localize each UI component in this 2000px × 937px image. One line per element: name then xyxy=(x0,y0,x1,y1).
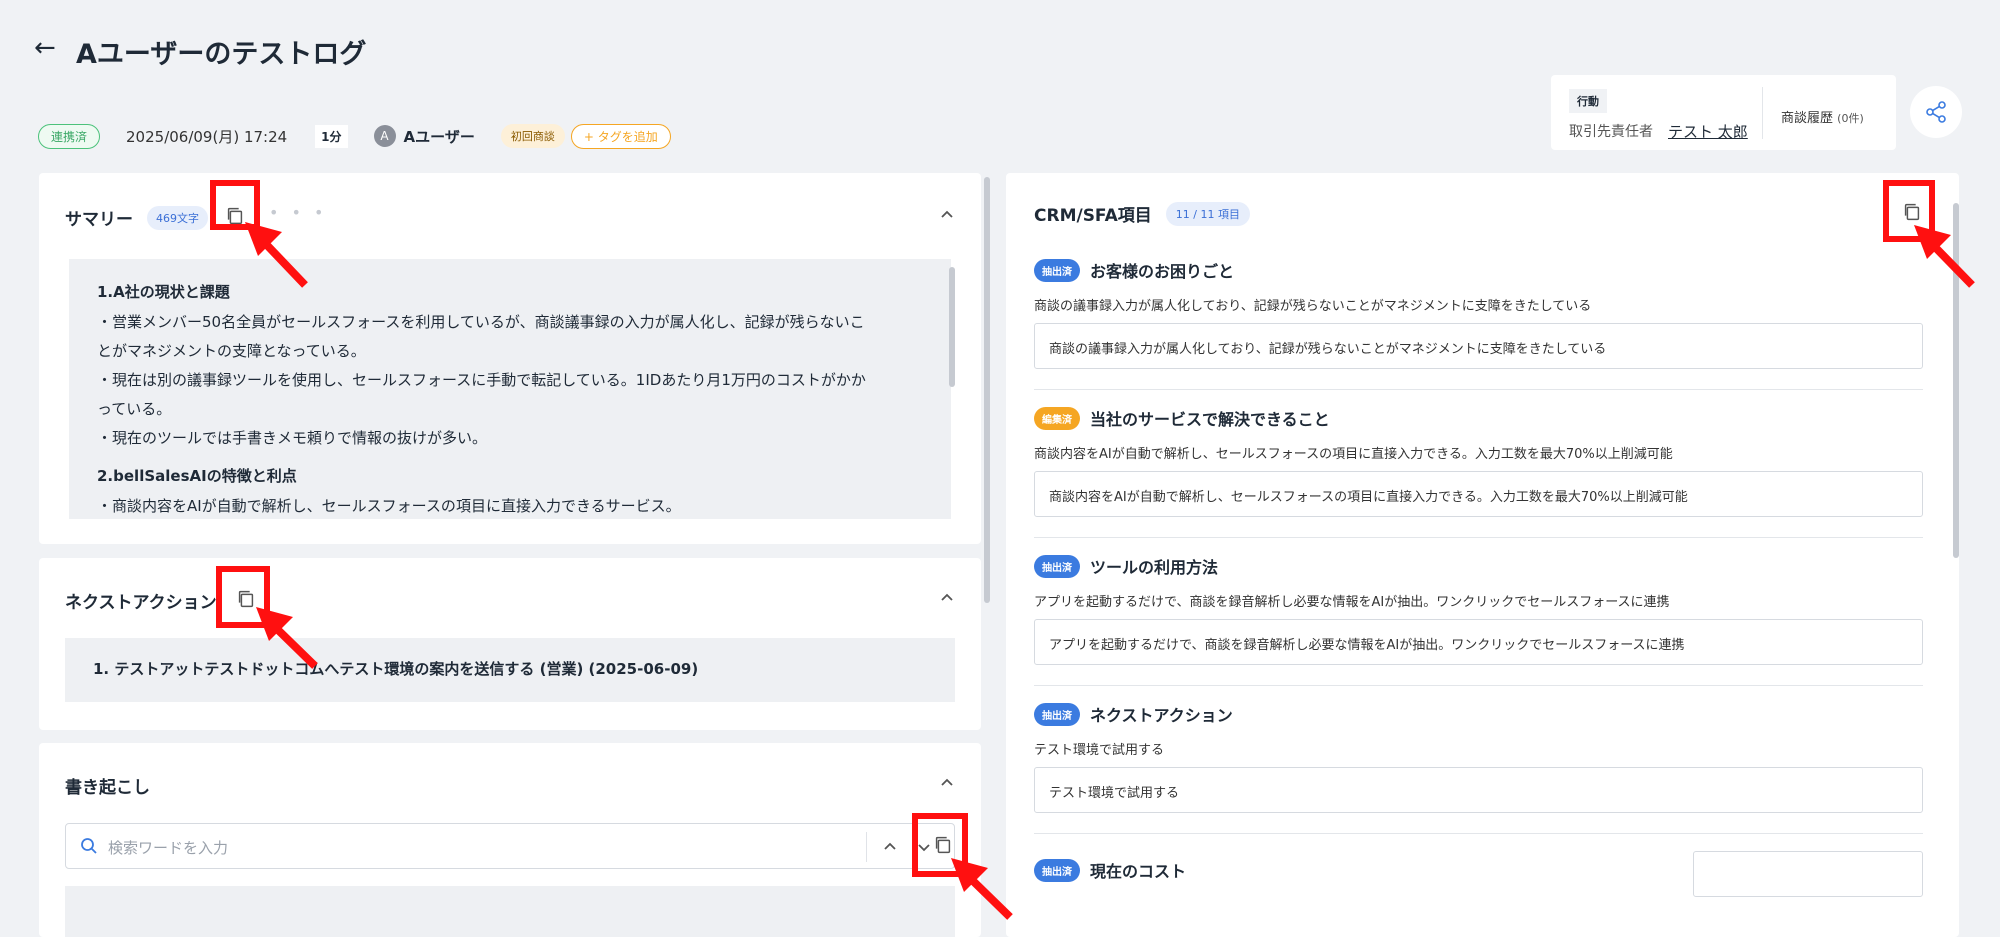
char-count-badge: 469文字 xyxy=(147,205,208,230)
summary-line: ・営業メンバー50名全員がセールスフォースを利用しているが、商談議事録の入力が属… xyxy=(97,313,865,331)
crm-item: 抽出済 ネクストアクション テスト環境で試用する テスト環境で試用する xyxy=(1034,701,1923,834)
crm-panel: CRM/SFA項目 11 / 11 項目 抽出済 お客様のお困りごと 商談の議事… xyxy=(1006,173,1959,937)
chevron-up-icon[interactable] xyxy=(882,839,898,855)
action-title: 行動 xyxy=(1569,89,1607,113)
crm-item-summary: テスト環境で試用する xyxy=(1034,743,1165,758)
summary-line: ・現在のツールでは手書きメモ頼りで情報の抜けが多い。 xyxy=(97,429,488,447)
collapse-chevron-icon[interactable] xyxy=(939,207,955,223)
highlight-box xyxy=(1883,180,1935,242)
collapse-chevron-icon[interactable] xyxy=(939,775,955,791)
back-arrow-icon[interactable]: ← xyxy=(34,34,62,62)
divider xyxy=(1034,389,1923,390)
highlight-box xyxy=(912,813,968,877)
contact-label: 取引先責任者 xyxy=(1569,124,1653,140)
user-name: Aユーザー xyxy=(403,127,475,146)
divider xyxy=(1034,833,1923,834)
meeting-duration: 1分 xyxy=(315,124,348,148)
crm-item-field[interactable]: 商談内容をAIが自動で解析し、セールスフォースの項目に直接入力できる。入力工数を… xyxy=(1034,471,1923,517)
search-placeholder: 検索ワードを入力 xyxy=(108,839,229,857)
crm-item-field[interactable]: 商談の議事録入力が属人化しており、記録が残らないことがマネジメントに支障をきたし… xyxy=(1034,323,1923,369)
summary-line: っている。 xyxy=(97,400,172,418)
summary-line: ・商談内容をAIが自動で解析し、セールスフォースの項目に直接入力できるサービス。 xyxy=(97,497,681,515)
crm-item-field[interactable]: テスト環境で試用する xyxy=(1034,767,1923,813)
share-button[interactable] xyxy=(1910,86,1962,138)
divider xyxy=(1034,685,1923,686)
transcript-title: 書き起こし xyxy=(65,778,150,798)
crm-item: 抽出済 ツールの利用方法 アプリを起動するだけで、商談を録音解析し必要な情報をA… xyxy=(1034,553,1923,686)
crm-item-label: 現在のコスト xyxy=(1090,862,1187,881)
crm-item-label: 当社のサービスで解決できること xyxy=(1090,410,1330,429)
crm-count-badge: 11 / 11 項目 xyxy=(1165,201,1250,226)
summary-heading: 2.bellSalesAIの特徴と利点 xyxy=(97,467,297,485)
tag-first-meeting[interactable]: 初回商談 xyxy=(500,124,565,148)
next-action-panel: ネクストアクション 1. テストアットテストドットコムへテスト環境の案内を送信す… xyxy=(39,558,981,730)
transcript-panel: 書き起こし 検索ワードを入力 xyxy=(39,743,981,937)
next-action-title: ネクストアクション xyxy=(65,593,217,613)
summary-panel: サマリー 469文字 • • • 1.A社の現状と課題 ・営業メンバー50名全員… xyxy=(39,173,981,544)
meeting-datetime: 2025/06/09(月) 17:24 xyxy=(126,127,288,146)
summary-line: ・現在は別の議事録ツールを使用し、セールスフォースに手動で転記している。1IDあ… xyxy=(97,371,866,389)
add-tag-button[interactable]: + タグを追加 xyxy=(570,123,671,149)
summary-line: とがマネジメントの支障となっている。 xyxy=(97,342,366,360)
crm-item-label: ネクストアクション xyxy=(1090,706,1233,725)
summary-heading: 1.A社の現状と課題 xyxy=(97,283,230,301)
extracted-badge: 抽出済 xyxy=(1034,258,1080,282)
search-icon xyxy=(81,838,97,854)
share-icon xyxy=(1926,101,1946,123)
crm-title: CRM/SFA項目 xyxy=(1034,206,1152,226)
history-count: (0件) xyxy=(1837,112,1864,125)
meeting-history-button[interactable]: 商談履歴 (0件) xyxy=(1781,107,1864,126)
extracted-badge: 抽出済 xyxy=(1034,554,1080,578)
extracted-badge: 抽出済 xyxy=(1034,702,1080,726)
crm-item-summary: アプリを起動するだけで、商談を録音解析し必要な情報をAIが抽出。ワンクリックでセ… xyxy=(1034,595,1670,610)
crm-item: 抽出済 お客様のお困りごと 商談の議事録入力が属人化しており、記録が残らないこと… xyxy=(1034,257,1923,390)
collapse-chevron-icon[interactable] xyxy=(939,590,955,606)
crm-item-summary: 商談の議事録入力が属人化しており、記録が残らないことがマネジメントに支障をきたし… xyxy=(1034,299,1592,314)
crm-item-summary: 商談内容をAIが自動で解析し、セールスフォースの項目に直接入力できる。入力工数を… xyxy=(1034,447,1673,462)
transcript-search-input[interactable]: 検索ワードを入力 xyxy=(65,823,955,869)
crm-item-field[interactable] xyxy=(1693,851,1923,897)
divider xyxy=(866,832,867,862)
edited-badge: 編集済 xyxy=(1034,406,1080,430)
divider xyxy=(1034,537,1923,538)
crm-item-label: ツールの利用方法 xyxy=(1090,558,1219,577)
highlight-box xyxy=(210,180,260,230)
crm-item-field[interactable]: アプリを起動するだけで、商談を録音解析し必要な情報をAIが抽出。ワンクリックでセ… xyxy=(1034,619,1923,665)
extracted-badge: 抽出済 xyxy=(1034,858,1080,882)
avatar: A xyxy=(373,125,396,147)
crm-item: 編集済 当社のサービスで解決できること 商談内容をAIが自動で解析し、セールスフ… xyxy=(1034,405,1923,538)
highlight-box xyxy=(216,566,270,628)
history-label: 商談履歴 xyxy=(1781,111,1834,126)
summary-title: サマリー xyxy=(65,210,133,230)
contact-link[interactable]: テスト 太郎 xyxy=(1668,121,1748,142)
divider xyxy=(1762,87,1763,139)
action-box: 行動 取引先責任者 テスト 太郎 商談履歴 (0件) xyxy=(1551,75,1896,150)
status-badge: 連携済 xyxy=(38,123,101,149)
transcript-body xyxy=(65,886,955,937)
main-scrollbar[interactable] xyxy=(984,177,990,603)
crm-item-label: お客様のお困りごと xyxy=(1090,262,1235,281)
next-action-item: 1. テストアットテストドットコムへテスト環境の案内を送信する (営業) (20… xyxy=(65,638,955,702)
summary-scrollbar[interactable] xyxy=(949,267,955,387)
meta-row: 連携済 2025/06/09(月) 17:24 1分 A Aユーザー 初回商談 … xyxy=(38,121,671,151)
page-title: Aユーザーのテストログ xyxy=(76,39,367,70)
more-dots-icon[interactable]: • • • xyxy=(269,203,327,222)
summary-body: 1.A社の現状と課題 ・営業メンバー50名全員がセールスフォースを利用しているが… xyxy=(69,259,951,519)
crm-scrollbar[interactable] xyxy=(1953,203,1959,558)
